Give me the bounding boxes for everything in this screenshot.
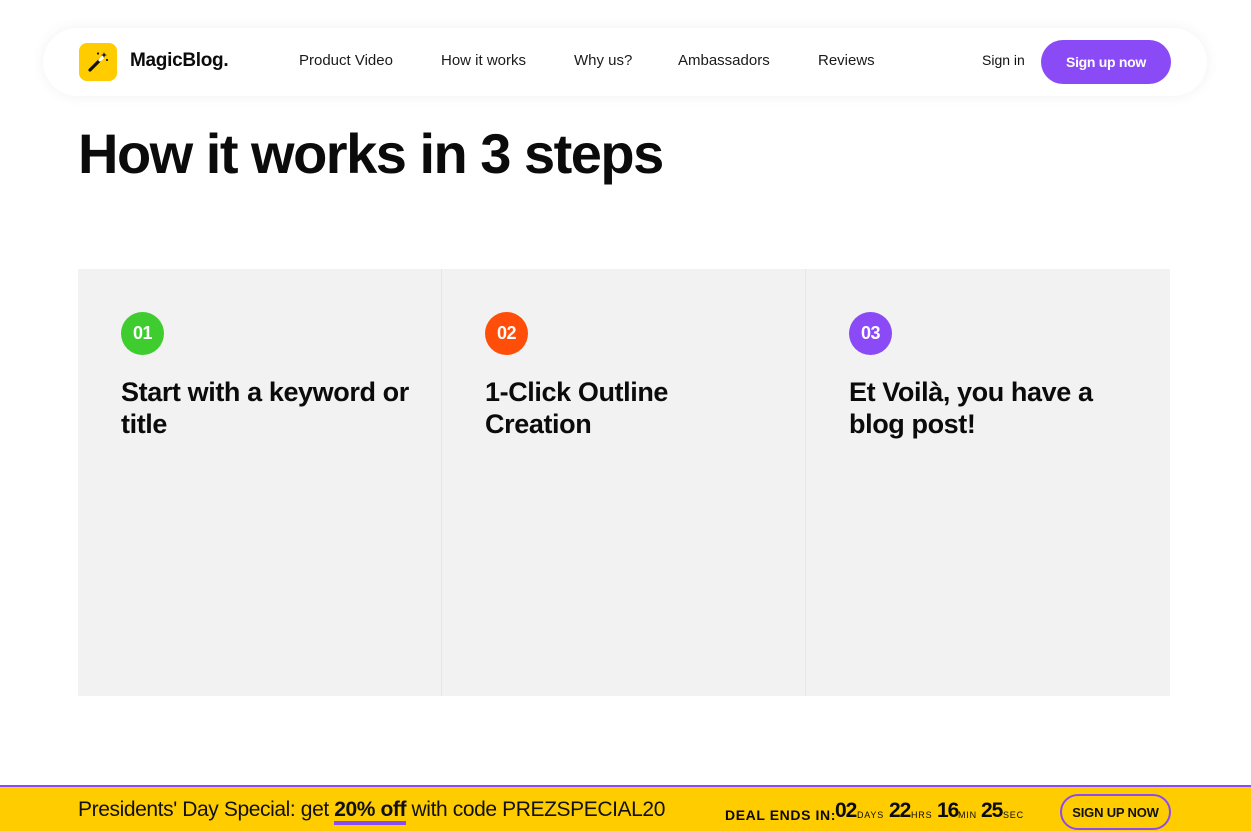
magic-wand-icon — [88, 52, 109, 72]
promo-text-before: Presidents' Day Special: get — [78, 798, 335, 821]
countdown-hours-unit: HRS — [911, 810, 933, 820]
step-card: 02 1-Click Outline Creation — [442, 269, 806, 696]
countdown-hours-value: 22 — [889, 799, 911, 822]
promo-bar: Presidents' Day Special: get 20% off wit… — [0, 785, 1251, 831]
page-title: How it works in 3 steps — [78, 122, 664, 185]
logo[interactable] — [79, 43, 117, 81]
promo-text-after: with code PREZSPECIAL20 — [406, 798, 666, 821]
step-card: 03 Et Voilà, you have a blog post! — [806, 269, 1170, 696]
sign-up-button[interactable]: Sign up now — [1041, 40, 1171, 84]
nav-product-video[interactable]: Product Video — [299, 52, 393, 69]
nav-ambassadors[interactable]: Ambassadors — [678, 52, 770, 69]
step-title: Et Voilà, you have a blog post! — [849, 377, 1093, 439]
nav-how-it-works[interactable]: How it works — [441, 52, 526, 69]
deal-ends-label: DEAL ENDS IN: — [725, 807, 836, 823]
countdown-days-value: 02 — [835, 799, 857, 822]
sign-in-link[interactable]: Sign in — [982, 52, 1025, 68]
site-header: MagicBlog. Product Video How it works Wh… — [43, 28, 1207, 96]
step-title: 1-Click Outline Creation — [485, 377, 669, 439]
countdown-seconds-value: 25 — [981, 799, 1003, 822]
countdown-minutes-unit: MIN — [958, 810, 977, 820]
logo-text[interactable]: MagicBlog. — [130, 50, 229, 72]
countdown-seconds-unit: SEC — [1003, 810, 1024, 820]
step-number-badge: 03 — [849, 312, 892, 355]
step-title: Start with a keyword or title — [121, 377, 409, 439]
steps-grid: 01 Start with a keyword or title 02 1-Cl… — [78, 269, 1171, 697]
step-card: 01 Start with a keyword or title — [78, 269, 442, 696]
countdown-minutes-value: 16 — [937, 799, 959, 822]
nav-reviews[interactable]: Reviews — [818, 52, 875, 69]
promo-discount: 20% off — [334, 798, 407, 825]
promo-text: Presidents' Day Special: get 20% off wit… — [78, 798, 666, 825]
promo-sign-up-button[interactable]: SIGN UP NOW — [1060, 794, 1171, 830]
step-number-badge: 02 — [485, 312, 528, 355]
countdown-days-unit: DAYS — [857, 810, 885, 820]
nav-why-us[interactable]: Why us? — [574, 52, 632, 69]
step-number-badge: 01 — [121, 312, 164, 355]
